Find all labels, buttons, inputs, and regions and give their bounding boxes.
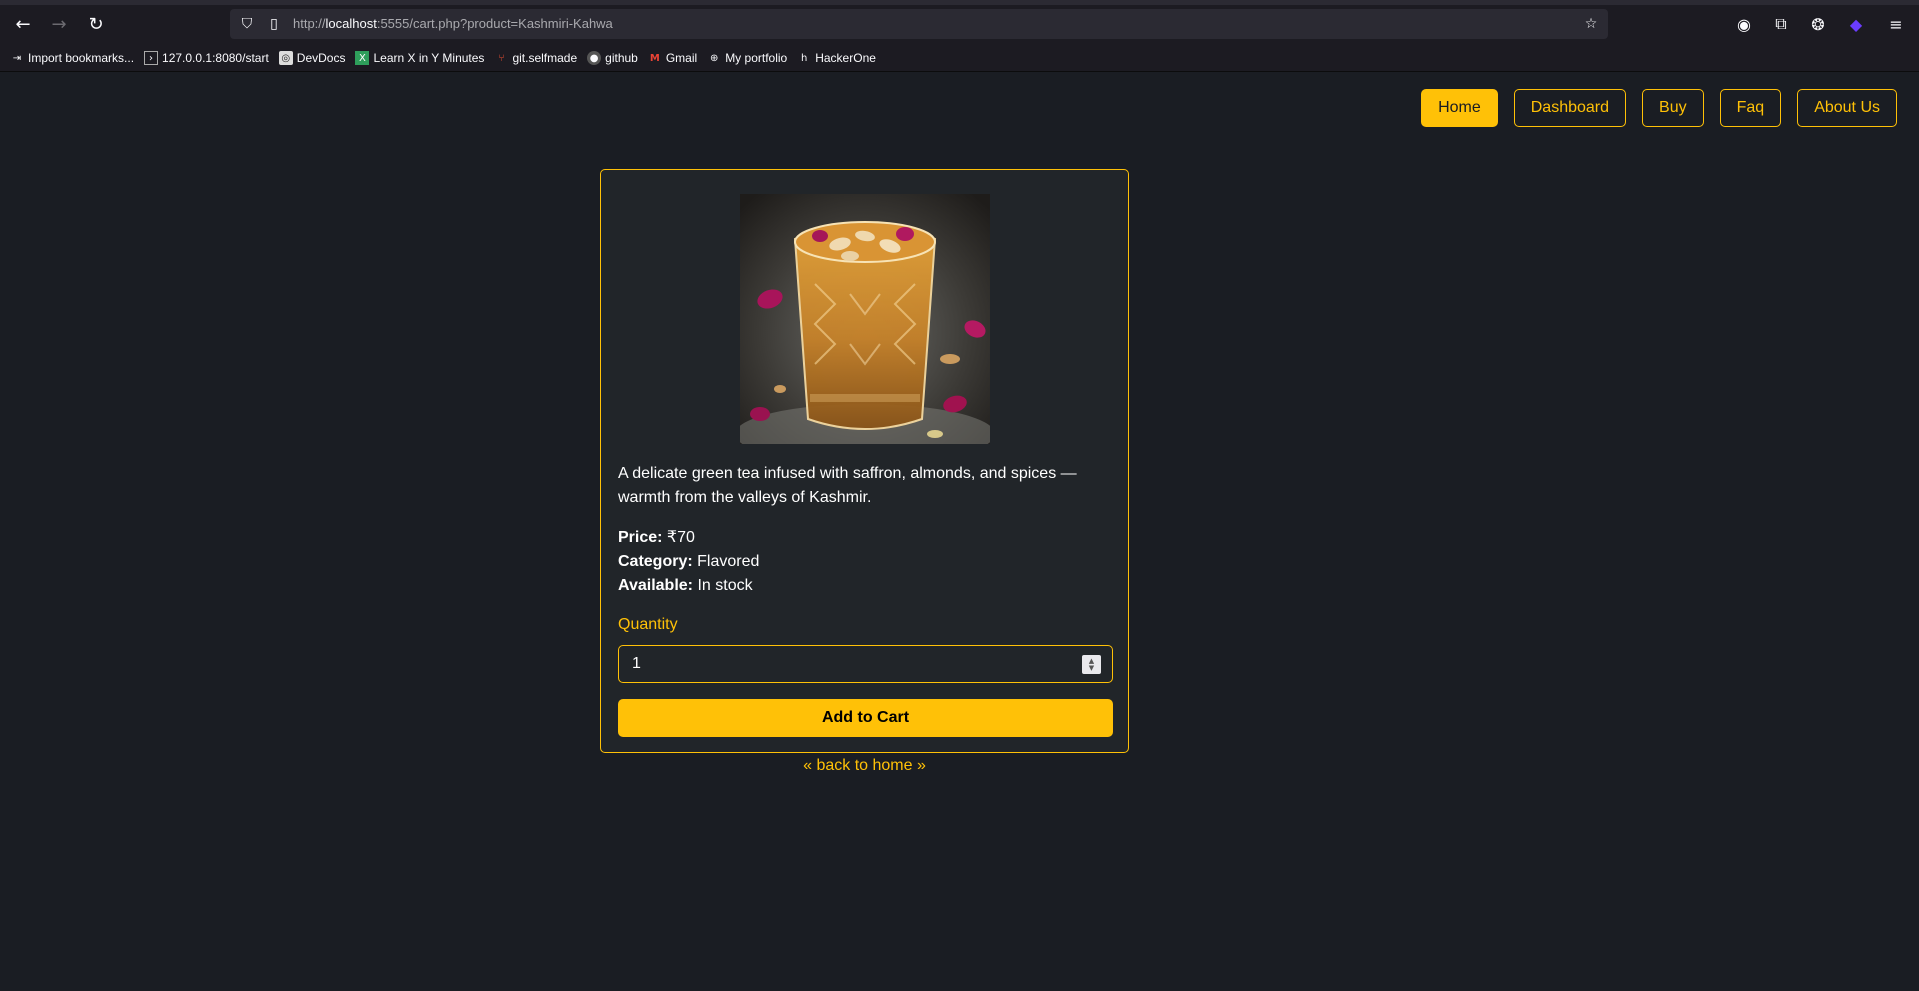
bookmark-git[interactable]: ⑂ git.selfmade — [494, 51, 577, 65]
shield-icon[interactable]: ⛉ — [238, 15, 256, 33]
nav-about-button[interactable]: About Us — [1797, 89, 1897, 127]
price-label: Price: — [618, 529, 663, 546]
tab-strip — [0, 0, 1919, 5]
url-prefix: http:// — [293, 16, 326, 31]
available-label: Available: — [618, 577, 693, 594]
git-icon: ⑂ — [498, 52, 505, 64]
nav-home-button[interactable]: Home — [1421, 89, 1498, 127]
available-value: In stock — [697, 577, 753, 594]
bookmark-star-icon[interactable]: ☆ — [1582, 15, 1600, 33]
github-icon: ● — [587, 51, 602, 65]
bookmark-hackerone[interactable]: h HackerOne — [797, 51, 876, 65]
category-row: Category: Flavored — [618, 550, 759, 574]
bookmark-import[interactable]: ⇥ Import bookmarks... — [10, 51, 134, 65]
nav-faq-button[interactable]: Faq — [1719, 89, 1782, 127]
bookmarks-bar: ⇥ Import bookmarks... › 127.0.0.1:8080/sta… — [10, 48, 886, 68]
bookmark-gmail[interactable]: M Gmail — [648, 51, 697, 65]
stepper-down-icon[interactable]: ▼ — [1089, 664, 1094, 672]
product-card: A delicate green tea infused with saffro… — [600, 169, 1129, 753]
bookmark-label: github — [605, 51, 638, 65]
price-row: Price: ₹70 — [618, 526, 759, 550]
learnx-icon: X — [355, 51, 370, 65]
bookmark-label: HackerOne — [815, 51, 876, 65]
site-nav: Home Dashboard Buy Faq About Us — [1421, 89, 1897, 127]
reload-icon[interactable]: ↻ — [84, 12, 108, 36]
bookmark-devdocs[interactable]: ◎ DevDocs — [278, 51, 346, 65]
bookmark-label: My portfolio — [725, 51, 788, 65]
globe-icon: ⊕ — [709, 52, 719, 64]
address-bar[interactable]: ⛉ ▯ http://localhost:5555/cart.php?produ… — [230, 9, 1608, 39]
bookmark-portfolio[interactable]: ⊕ My portfolio — [707, 51, 787, 65]
url-host: localhost — [325, 16, 377, 31]
quantity-stepper[interactable]: ▲ ▼ — [1082, 655, 1101, 674]
back-to-home-link[interactable]: « back to home » — [600, 757, 1129, 775]
account-icon[interactable]: ◉ — [1732, 12, 1756, 36]
availability-row: Available: In stock — [618, 574, 759, 598]
bookmark-label: DevDocs — [296, 51, 346, 65]
bookmark-label: 127.0.0.1:8080/start — [162, 51, 269, 65]
url-rest: :5555/cart.php?product=Kashmiri-Kahwa — [376, 16, 613, 31]
category-value: Flavored — [697, 553, 760, 570]
quantity-label: Quantity — [618, 616, 678, 633]
quantity-value: 1 — [632, 655, 641, 672]
browser-chrome: ← → ↻ ⛉ ▯ http://localhost:5555/cart.php… — [0, 0, 1919, 72]
bookmark-label: Import bookmarks... — [28, 51, 135, 65]
product-image — [740, 194, 990, 444]
bookmark-label: Gmail — [665, 51, 698, 65]
url-text[interactable]: http://localhost:5555/cart.php?product=K… — [293, 16, 613, 31]
product-meta: Price: ₹70 Category: Flavored Available:… — [618, 526, 759, 598]
forward-arrow-icon[interactable]: → — [47, 12, 71, 36]
menu-icon[interactable]: ≡ — [1884, 12, 1908, 36]
gmail-icon: M — [649, 52, 660, 64]
hackerone-icon: h — [801, 52, 808, 64]
nav-buy-button[interactable]: Buy — [1642, 89, 1704, 127]
bookmark-localhost[interactable]: › 127.0.0.1:8080/start — [144, 51, 269, 65]
back-arrow-icon[interactable]: ← — [11, 12, 35, 36]
bookmark-label: git.selfmade — [512, 51, 578, 65]
extension-layers-icon[interactable]: ◆ — [1844, 12, 1868, 36]
import-icon: ⇥ — [12, 52, 22, 64]
quantity-input[interactable]: 1 ▲ ▼ — [618, 645, 1113, 683]
devdocs-icon: ◎ — [278, 51, 293, 65]
price-value: ₹70 — [666, 529, 695, 546]
bookmark-github[interactable]: ● github — [587, 51, 638, 65]
extensions-icon[interactable]: ⧉ — [1769, 12, 1793, 36]
product-description: A delicate green tea infused with saffro… — [618, 465, 1077, 506]
terminal-icon: › — [144, 51, 159, 65]
nav-dashboard-button[interactable]: Dashboard — [1513, 89, 1627, 127]
add-to-cart-button[interactable]: Add to Cart — [618, 699, 1113, 737]
cookie-icon[interactable]: ❂ — [1806, 12, 1830, 36]
bookmark-label: Learn X in Y Minutes — [373, 51, 485, 65]
bookmark-learnx[interactable]: X Learn X in Y Minutes — [355, 51, 484, 65]
category-label: Category: — [618, 553, 693, 570]
page-info-icon[interactable]: ▯ — [265, 15, 283, 33]
